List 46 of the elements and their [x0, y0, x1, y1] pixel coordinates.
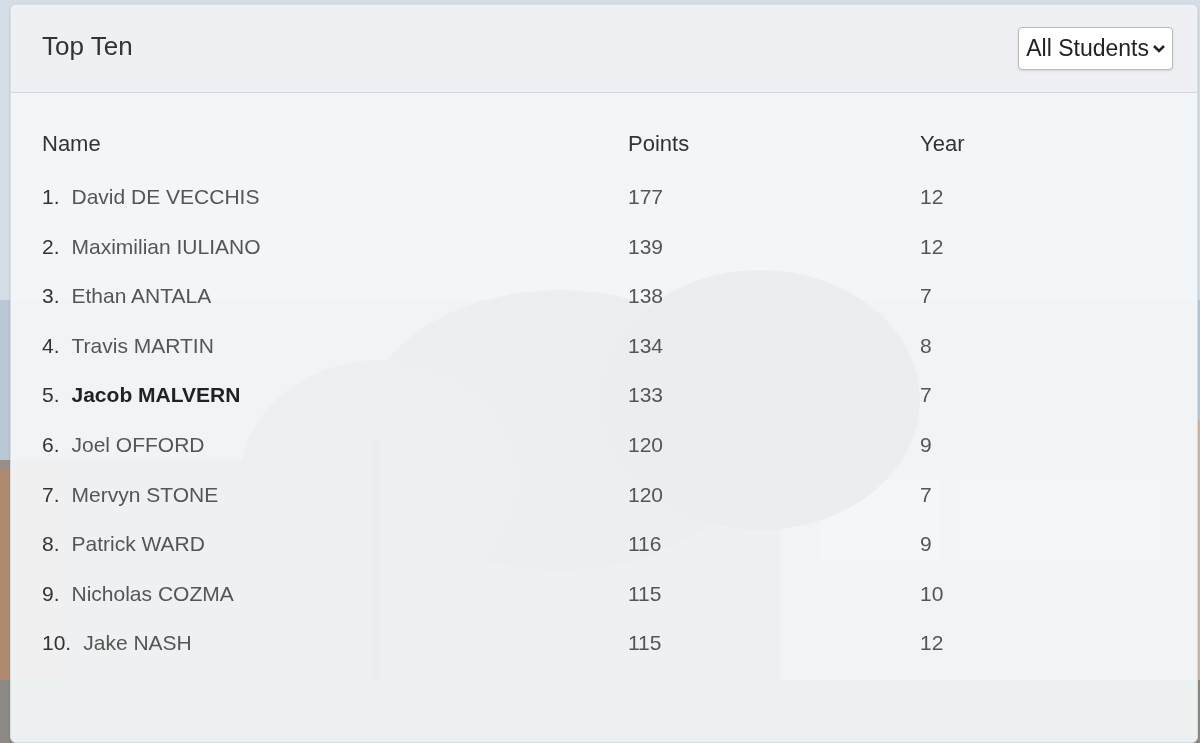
student-name: Jacob MALVERN — [71, 382, 241, 409]
card-title: Top Ten — [42, 30, 133, 63]
points-cell-text: 133 — [628, 382, 665, 409]
year-cell-text: 7 — [920, 283, 933, 310]
year-cell-text: 12 — [920, 184, 945, 211]
rank-number: 2. — [42, 233, 60, 260]
rank-number: 4. — [42, 332, 60, 359]
student-name: Jake NASH — [83, 630, 192, 657]
year-cell-text: 12 — [920, 233, 945, 260]
points-cell-text: 116 — [628, 531, 663, 558]
student-name: Nicholas COZMA — [71, 580, 234, 607]
rank-number: 5. — [42, 382, 60, 409]
points-cell-text: 115 — [628, 630, 663, 657]
year-cell-text: 7 — [920, 481, 933, 508]
student-name: Maximilian IULIANO — [71, 233, 261, 260]
column-header: Points — [628, 130, 691, 158]
points-cell-text: 115 — [628, 580, 663, 607]
student-name: David DE VECCHIS — [71, 184, 260, 211]
student-name: Travis MARTIN — [71, 332, 214, 359]
student-name: Patrick WARD — [71, 531, 205, 558]
rank-number: 8. — [42, 531, 60, 558]
rank-number: 9. — [42, 580, 60, 607]
points-cell-text: 139 — [628, 233, 665, 260]
student-name: Mervyn STONE — [71, 481, 219, 508]
student-filter-dropdown[interactable]: All Students — [1018, 27, 1173, 70]
year-cell-text: 7 — [920, 382, 933, 409]
points-cell-text: 177 — [628, 184, 665, 211]
year-cell-text: 10 — [920, 580, 945, 607]
rank-number: 1. — [42, 184, 60, 211]
rank-number: 7. — [42, 481, 60, 508]
student-name: Joel OFFORD — [71, 432, 205, 458]
chevron-down-icon — [1153, 44, 1165, 53]
points-cell-text: 120 — [628, 432, 665, 458]
year-cell-text: 9 — [920, 531, 933, 558]
year-cell-text: 12 — [920, 630, 945, 657]
rank-number: 3. — [42, 283, 60, 310]
year-cell-text: 8 — [920, 332, 933, 359]
column-header: Name — [42, 130, 102, 158]
student-name: Ethan ANTALA — [71, 283, 212, 310]
column-header: Year — [920, 130, 966, 158]
points-cell-text: 134 — [628, 332, 665, 359]
points-cell-text: 120 — [628, 481, 665, 508]
points-cell-text: 138 — [628, 283, 665, 310]
year-cell-text: 9 — [920, 432, 933, 458]
rank-number: 6. — [42, 432, 60, 458]
rank-number: 10. — [42, 630, 72, 657]
